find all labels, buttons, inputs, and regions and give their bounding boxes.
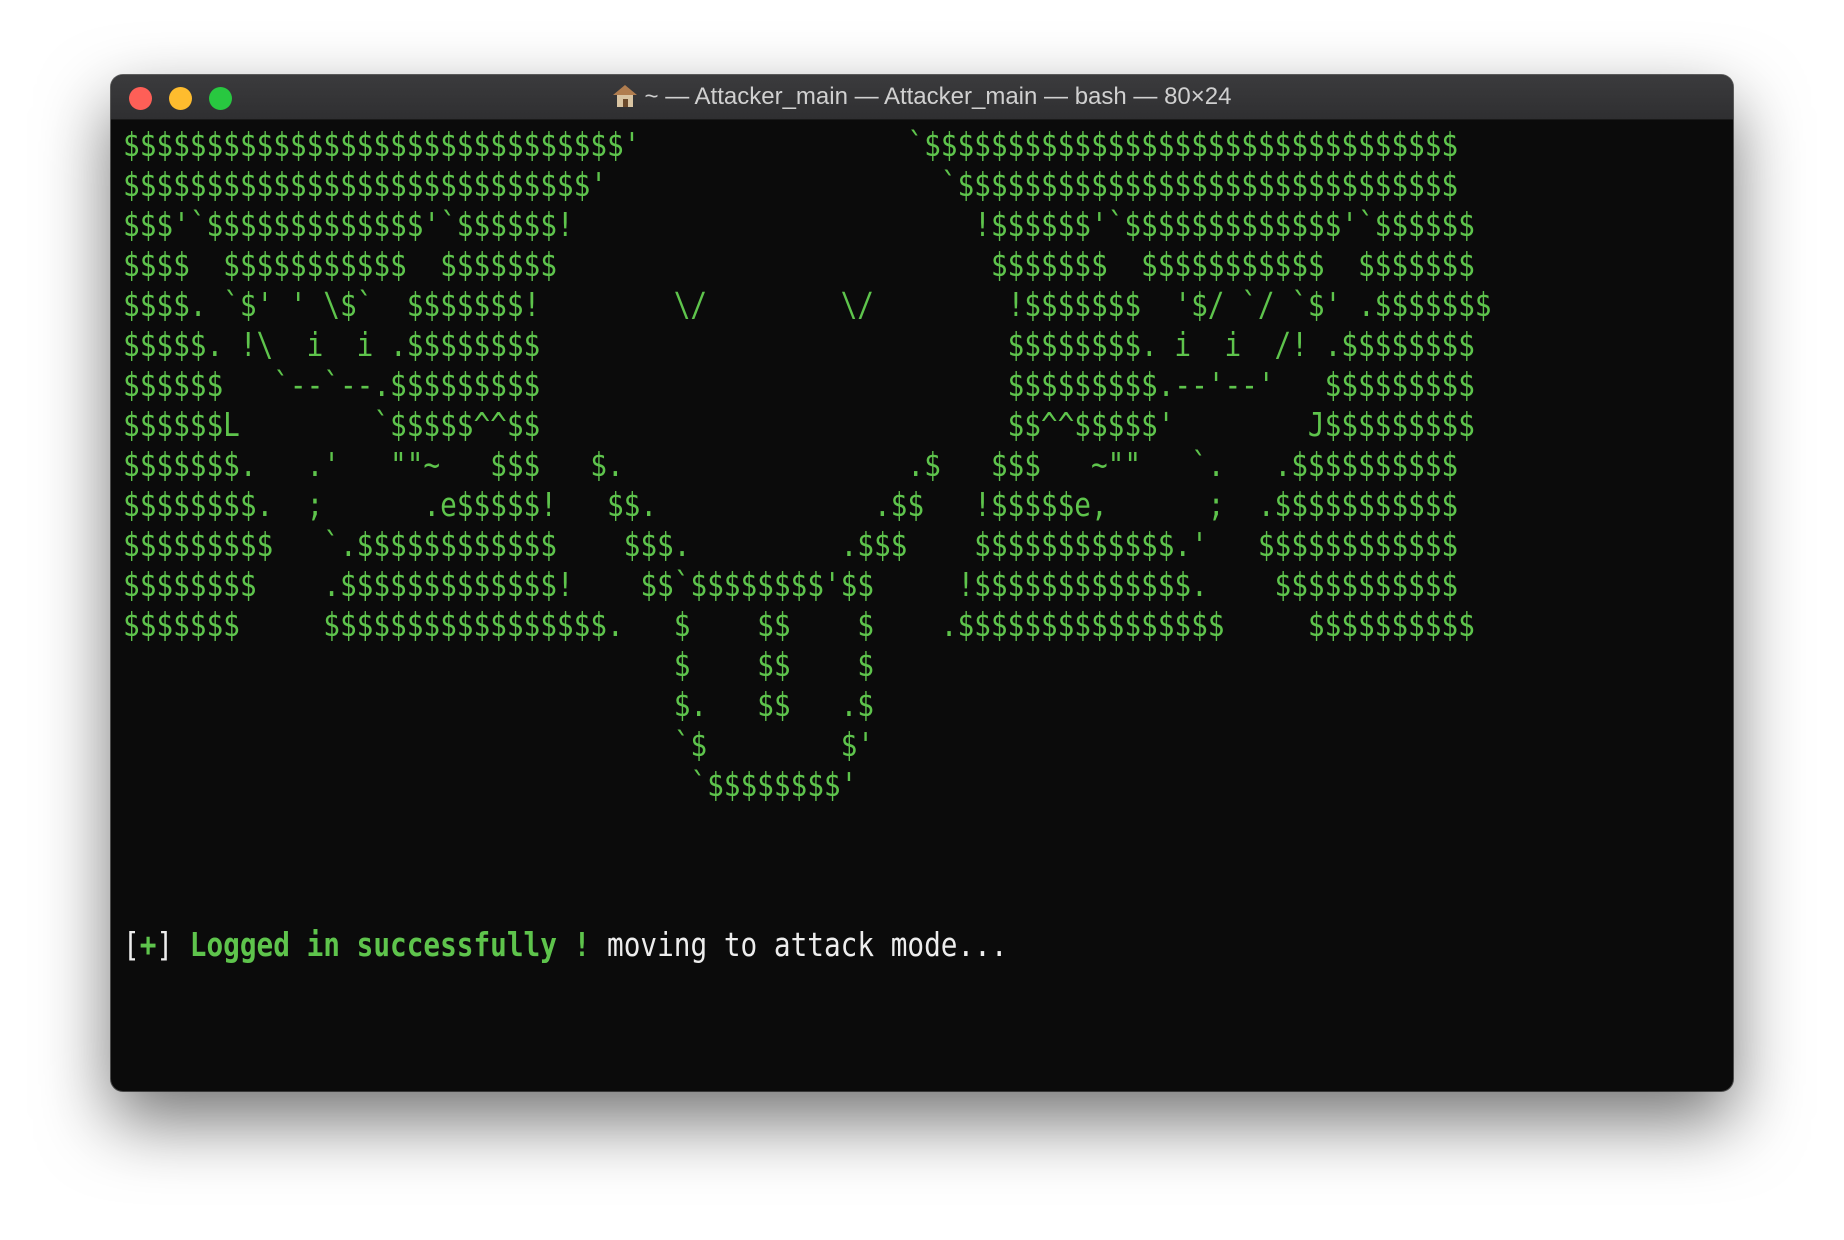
window-title: ~ — Attacker_main — Attacker_main — bash… — [111, 75, 1733, 119]
status-bracket-close: ] — [156, 925, 190, 964]
ascii-art-line: $$$'`$$$$$$$$$$$$$'`$$$$$$! !$$$$$$'`$$$… — [123, 205, 1475, 244]
ascii-art-line: $$$$$$$$ .$$$$$$$$$$$$$! $$`$$$$$$$$'$$ … — [123, 565, 1459, 604]
terminal-content[interactable]: $$$$$$$$$$$$$$$$$$$$$$$$$$$$$$' `$$$$$$$… — [111, 119, 1733, 1091]
status-plus: + — [139, 925, 157, 964]
ascii-art-line: $ $$ $ — [673, 645, 874, 684]
ascii-art-line: $. $$ .$ — [673, 685, 874, 724]
ascii-art-line: $$$$$$L `$$$$$^^$$ $$^^$$$$$' J$$$$$$$$$ — [123, 405, 1475, 444]
ascii-art-line: $$$$$$$$$$$$$$$$$$$$$$$$$$$$' `$$$$$$$$$… — [123, 165, 1459, 204]
status-bracket-open: [ — [123, 925, 140, 964]
status-line: [+] Logged in successfully ! moving to a… — [123, 925, 1008, 965]
ascii-art-banner: $$$$$$$$$$$$$$$$$$$$$$$$$$$$$$' `$$$$$$$… — [123, 125, 1491, 805]
ascii-art-line: `$ $' — [673, 725, 874, 764]
ascii-art-line: $$$$$. !\ i i .$$$$$$$$ $$$$$$$$. i i /!… — [123, 325, 1475, 364]
ascii-art-line: $$$$ $$$$$$$$$$$ $$$$$$$ $$$$$$$ $$$$$$$… — [123, 245, 1475, 284]
status-tail: moving to attack mode... — [590, 925, 1008, 964]
status-message: Logged in successfully ! — [189, 925, 591, 964]
ascii-art-line: $$$$$$$$$ `.$$$$$$$$$$$$ $$$. .$$$ $$$$$… — [123, 525, 1459, 564]
ascii-art-line: $$$$$$$$. ; .e$$$$$! $$. .$$ !$$$$$e, ; … — [123, 485, 1459, 524]
ascii-art-line: `$$$$$$$$' — [690, 765, 858, 804]
window-title-text: ~ — Attacker_main — Attacker_main — bash… — [644, 83, 1232, 110]
ascii-art-line: $$$$$$ `--`--.$$$$$$$$$ $$$$$$$$$.--'--'… — [123, 365, 1475, 404]
terminal-window: ~ — Attacker_main — Attacker_main — bash… — [111, 75, 1733, 1091]
home-folder-icon — [612, 85, 637, 107]
ascii-art-line: $$$$. `$' ' \$` $$$$$$$! \/ \/ !$$$$$$$ … — [123, 285, 1492, 324]
ascii-art-line: $$$$$$$ $$$$$$$$$$$$$$$$$. $ $$ $ .$$$$$… — [123, 605, 1475, 644]
title-bar[interactable]: ~ — Attacker_main — Attacker_main — bash… — [111, 75, 1733, 120]
ascii-art-line: $$$$$$$$$$$$$$$$$$$$$$$$$$$$$$' `$$$$$$$… — [123, 125, 1459, 164]
ascii-art-line: $$$$$$$. .' ""~ $$$ $. .$ $$$ ~"" `. .$$… — [123, 445, 1459, 484]
